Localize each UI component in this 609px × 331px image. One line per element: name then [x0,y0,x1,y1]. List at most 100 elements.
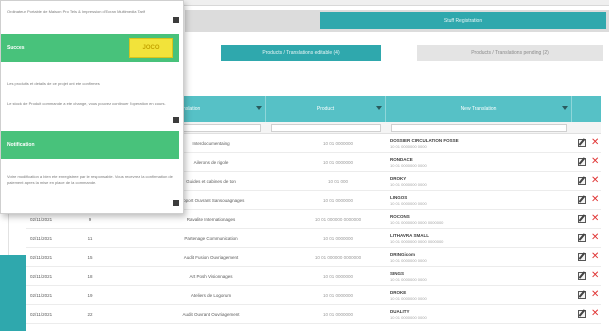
brand-logo: JOCO [129,38,173,58]
new-translation-sub: 10 01 0000000 0000 [390,182,427,187]
notification-text: Ordinateur Portable de Maison Pro Tels &… [7,9,146,14]
new-translation-sub: 10 01 0000000 0000 [390,296,427,301]
notification-item-mid-2[interactable]: Le stock de Produit commande a ete chang… [1,101,185,123]
delete-icon[interactable]: ✕ [591,176,600,186]
row-date: 02/11/2021 [30,312,53,317]
row-number: 18 [87,274,93,279]
row-new-translation: DOSSIER CIRCULATION FOSSE 10 01 0000000 … [390,134,570,153]
sort-icon[interactable] [562,106,568,110]
notification-banner-info[interactable]: Notification [1,131,179,159]
new-translation-text: ROCONS [390,214,410,219]
new-translation-sub: 10 01 0000000 0000 [390,201,427,206]
new-translation-text: SINGS [390,271,405,276]
notification-text: Votre modification a bien ete enregistre… [7,174,173,185]
edit-icon[interactable] [578,272,586,280]
sort-icon[interactable] [256,106,262,110]
row-new-translation: SINGS 10 01 0000000 0000 [390,267,570,286]
new-translation-sub: 10 01 0000000 0000 [390,315,427,320]
new-translation-text: DROKY [390,176,407,181]
row-number: 15 [87,255,93,260]
notification-banner-success[interactable]: Succes JOCO [1,34,179,62]
row-number: 19 [87,293,93,298]
delete-icon[interactable]: ✕ [591,271,600,281]
column-header-actions [572,96,601,122]
column-header-new-translation[interactable]: New Translation [386,96,572,122]
new-translation-text: DRINGicom [390,252,416,257]
notification-item-top[interactable]: Ordinateur Portable de Maison Pro Tels &… [1,9,185,23]
table-row[interactable]: 02/11/2021 22 Audit Ouvrant Ouvriagement… [26,305,601,324]
edit-icon[interactable] [578,196,586,204]
dismiss-icon[interactable] [173,200,179,206]
table-row[interactable]: 02/11/2021 18 Art Posh Visionnages 10 01… [26,267,601,286]
edit-icon[interactable] [578,291,586,299]
edit-icon[interactable] [578,253,586,261]
new-translation-text: DOSSIER CIRCULATION FOSSE [390,138,459,143]
new-translation-sub: 10 01 0000000 0000 0000000 [390,239,444,244]
notification-item-bottom[interactable]: Votre modification a bien ete enregistre… [1,174,185,206]
top-tab-row: Stuff Registration [185,10,609,32]
new-translation-sub: 10 01 0000000 0000 [390,277,427,282]
edit-icon[interactable] [578,177,586,185]
row-product: 10 01 000000 0000000 [314,255,362,260]
delete-icon[interactable]: ✕ [591,157,600,167]
new-translation-text: DUALITY [390,309,410,314]
row-new-translation: DROKE 10 01 0000000 0000 [390,286,570,305]
new-translation-text: LINGOS [390,195,408,200]
new-translation-sub: 10 01 0000000 0000 0000000 [390,220,444,225]
table-row[interactable]: 02/11/2021 19 Ateliers de Logorum 10 01 … [26,286,601,305]
edit-icon[interactable] [578,234,586,242]
filter-product-input[interactable] [271,124,381,132]
column-header-product[interactable]: Product [266,96,386,122]
row-product: 10 01 0000000 [322,198,354,203]
column-header-product-label: Product [316,106,335,112]
row-product: 10 01 0000000 [322,312,354,317]
dismiss-icon[interactable] [173,17,179,23]
banner-label: Succes [7,45,25,51]
delete-icon[interactable]: ✕ [591,138,600,148]
column-header-new-translation-label: New Translation [460,106,497,112]
tab-translations-pending[interactable]: Products / Translations pending (2) [417,45,603,61]
notification-item-mid[interactable]: Les produits et details de ce projet ont… [1,81,185,87]
row-product: 10 01 0000000 [322,293,354,298]
row-product: 10 01 0000000 [322,141,354,146]
row-product: 10 01 000 [327,179,349,184]
row-new-translation: LITHAVRA SMALL 10 01 0000000 0000 000000… [390,229,570,248]
delete-icon[interactable]: ✕ [591,233,600,243]
table-row[interactable]: 02/11/2021 15 Audit Fusion Ouvriagement … [26,248,601,267]
tab-translations-editable[interactable]: Products / Translations editable (4) [221,45,381,61]
new-translation-text: RONDACE [390,157,413,162]
row-number: 22 [87,312,93,317]
delete-icon[interactable]: ✕ [591,309,600,319]
delete-icon[interactable]: ✕ [591,195,600,205]
row-product: 10 01 0000000 [322,236,354,241]
edit-icon[interactable] [578,158,586,166]
delete-icon[interactable]: ✕ [591,214,600,224]
row-number: 11 [87,236,93,241]
row-new-translation: DROKY 10 01 0000000 0000 [390,172,570,191]
row-product: 10 01 0000000 [322,274,354,279]
new-translation-sub: 10 01 0000000 0000 [390,258,427,263]
new-translation-text: DROKE [390,290,407,295]
notification-panel: Ordinateur Portable de Maison Pro Tels &… [0,0,184,214]
delete-icon[interactable]: ✕ [591,290,600,300]
tab-stuff-registration[interactable]: Stuff Registration [320,12,606,29]
new-translation-sub: 10 01 0000000 0000 [390,144,427,149]
row-date: 02/11/2021 [30,293,53,298]
row-date: 02/11/2021 [30,255,53,260]
edit-icon[interactable] [578,215,586,223]
row-product: 10 01 000000 0000000 [314,217,362,222]
table-row[interactable]: 02/11/2021 11 Partenage Communication 10… [26,229,601,248]
edit-icon[interactable] [578,139,586,147]
notification-text: Le stock de Produit commande a ete chang… [7,101,166,106]
dismiss-icon[interactable] [173,117,179,123]
delete-icon[interactable]: ✕ [591,252,600,262]
sub-tab-row: Products / Translations editable (4) Pro… [185,42,609,64]
new-translation-text: LITHAVRA SMALL [390,233,429,238]
row-new-translation: DRINGicom 10 01 0000000 0000 [390,248,570,267]
notification-text: Les produits et details de ce projet ont… [7,81,100,86]
sort-icon[interactable] [376,106,382,110]
filter-new-translation-input[interactable] [391,124,567,132]
row-product: 10 01 0000000 [322,160,354,165]
row-new-translation: DUALITY 10 01 0000000 0000 [390,305,570,324]
edit-icon[interactable] [578,310,586,318]
